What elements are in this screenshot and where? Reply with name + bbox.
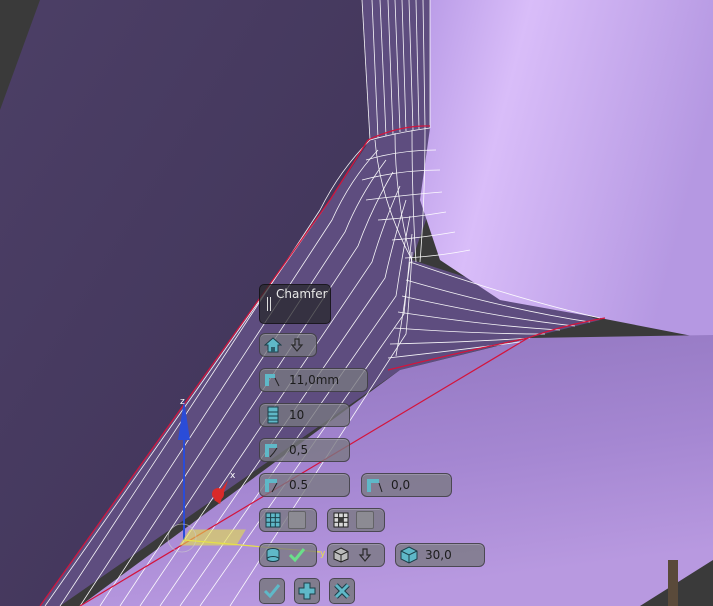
segments-icon (263, 405, 283, 425)
smoothing-angle-field[interactable]: 30,0 (395, 543, 485, 567)
quad-intersection-checkbox[interactable] (286, 510, 308, 530)
arrow-down-icon[interactable] (286, 335, 308, 355)
chamfer-distance-icon (263, 370, 283, 390)
quad-grid-icon[interactable] (262, 510, 284, 530)
depth-field[interactable]: 0.5 (259, 473, 350, 497)
smoothing-angle-icon (399, 545, 419, 565)
offset-value[interactable]: 0,0 (389, 478, 451, 492)
smoothing-dropdown[interactable] (327, 543, 385, 567)
caddy-title[interactable]: Chamfer (259, 284, 331, 324)
chamfer-caddy: Chamfer 11,0mm 10 0,5 0.5 0,0 30,0 (0, 0, 713, 606)
material-toggle[interactable] (259, 543, 317, 567)
tension-value[interactable]: 0,5 (287, 443, 349, 457)
distance-field[interactable]: 11,0mm (259, 368, 368, 392)
material-check-icon[interactable] (286, 545, 308, 565)
smoothing-angle-value[interactable]: 30,0 (423, 548, 484, 562)
grip-icon[interactable] (266, 297, 272, 311)
tension-field[interactable]: 0,5 (259, 438, 350, 462)
smoothing-arrow-down-icon[interactable] (354, 545, 376, 565)
offset-icon (365, 475, 385, 495)
offset-field[interactable]: 0,0 (361, 473, 452, 497)
tension-icon (263, 440, 283, 460)
caddy-title-text: Chamfer (276, 287, 328, 301)
viewport[interactable]: z x y Chamfer 11,0mm 10 0,5 0.5 0,0 30,0 (0, 0, 713, 606)
distance-value[interactable]: 11,0mm (287, 373, 367, 387)
segments-field[interactable]: 10 (259, 403, 350, 427)
apply-continue-button[interactable] (294, 578, 320, 604)
cancel-icon (334, 583, 350, 599)
smooth-grid-icon[interactable] (330, 510, 352, 530)
ok-button[interactable] (259, 578, 285, 604)
smoothing-cube-icon[interactable] (330, 545, 352, 565)
smooth-checkbox[interactable] (354, 510, 376, 530)
house-preset-icon[interactable] (262, 335, 284, 355)
quad-intersection-toggle[interactable] (259, 508, 317, 532)
preset-selector[interactable] (259, 333, 317, 357)
cancel-button[interactable] (329, 578, 355, 604)
apply-continue-icon (298, 582, 316, 600)
segments-value[interactable]: 10 (287, 408, 349, 422)
material-cylinder-icon[interactable] (262, 545, 284, 565)
smooth-toggle[interactable] (327, 508, 385, 532)
depth-icon (263, 475, 283, 495)
ok-icon (263, 584, 281, 599)
depth-value[interactable]: 0.5 (287, 478, 349, 492)
